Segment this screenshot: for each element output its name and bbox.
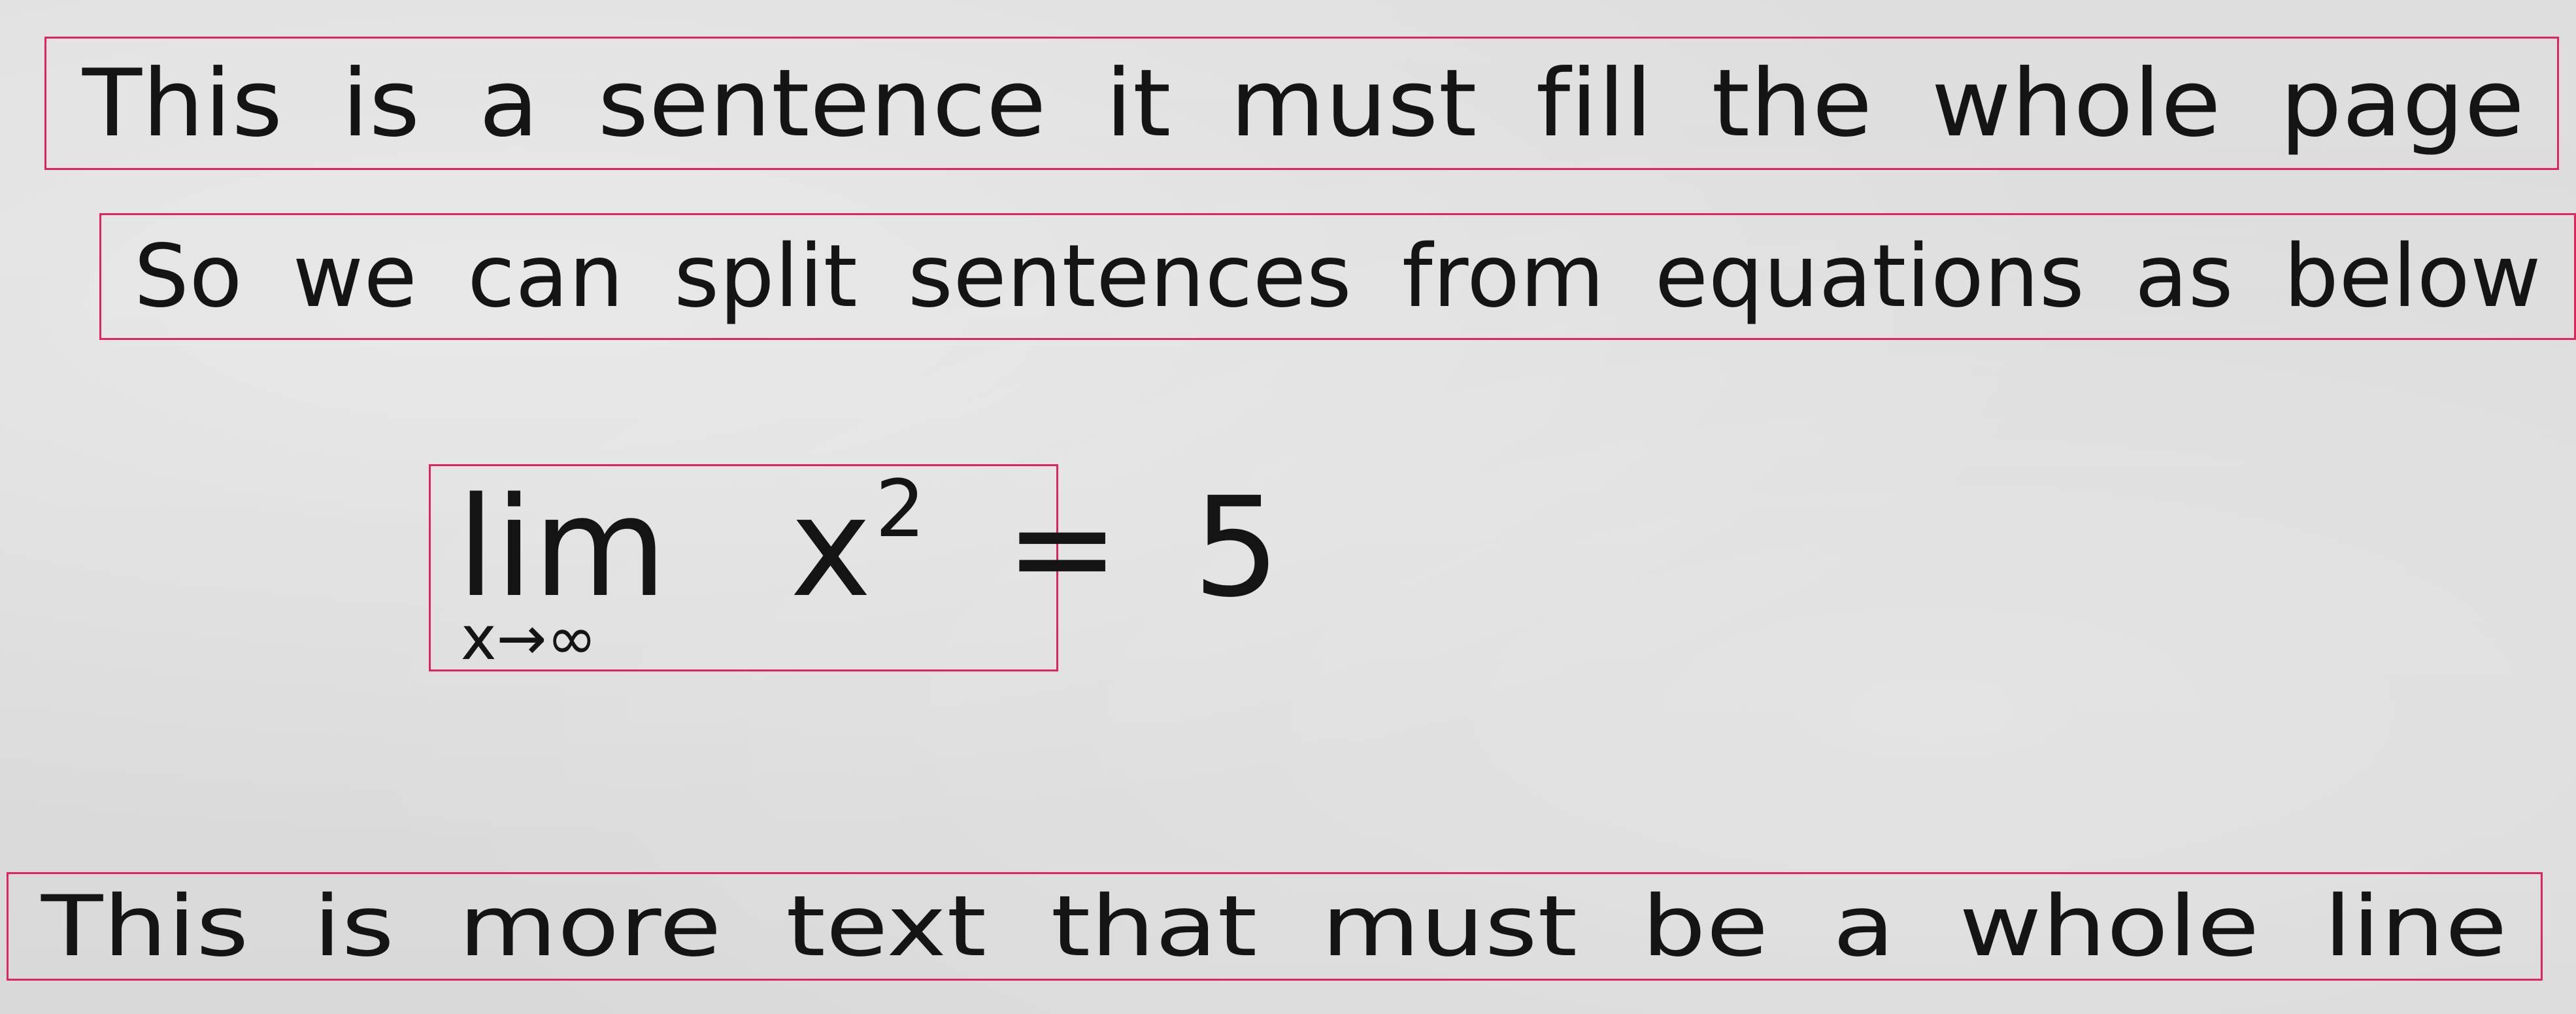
equation-base: x	[790, 467, 872, 628]
handwritten-text-line-3: This is more text that must be a whole l…	[41, 877, 2508, 975]
handwritten-text-line-2: So we can split sentences from equations…	[134, 226, 2541, 327]
text-line-box-3: This is more text that must be a whole l…	[7, 872, 2543, 981]
equals-sign: =	[1005, 467, 1120, 628]
text-line-box-2: So we can split sentences from equations…	[99, 213, 2576, 340]
equation-result: 5	[1192, 467, 1280, 628]
handwritten-page: This is a sentence it must fill the whol…	[0, 0, 2576, 1014]
equation-main-row: lim x2 = 5	[457, 471, 1280, 617]
text-line-box-1: This is a sentence it must fill the whol…	[44, 37, 2559, 170]
equation: lim x2 = 5 x→∞	[457, 466, 1280, 673]
limit-subscript: x→∞	[461, 603, 597, 673]
handwritten-text-line-1: This is a sentence it must fill the whol…	[82, 49, 2525, 158]
equation-box: lim x2 = 5 x→∞	[429, 464, 1280, 673]
equation-exponent: 2	[875, 464, 926, 555]
